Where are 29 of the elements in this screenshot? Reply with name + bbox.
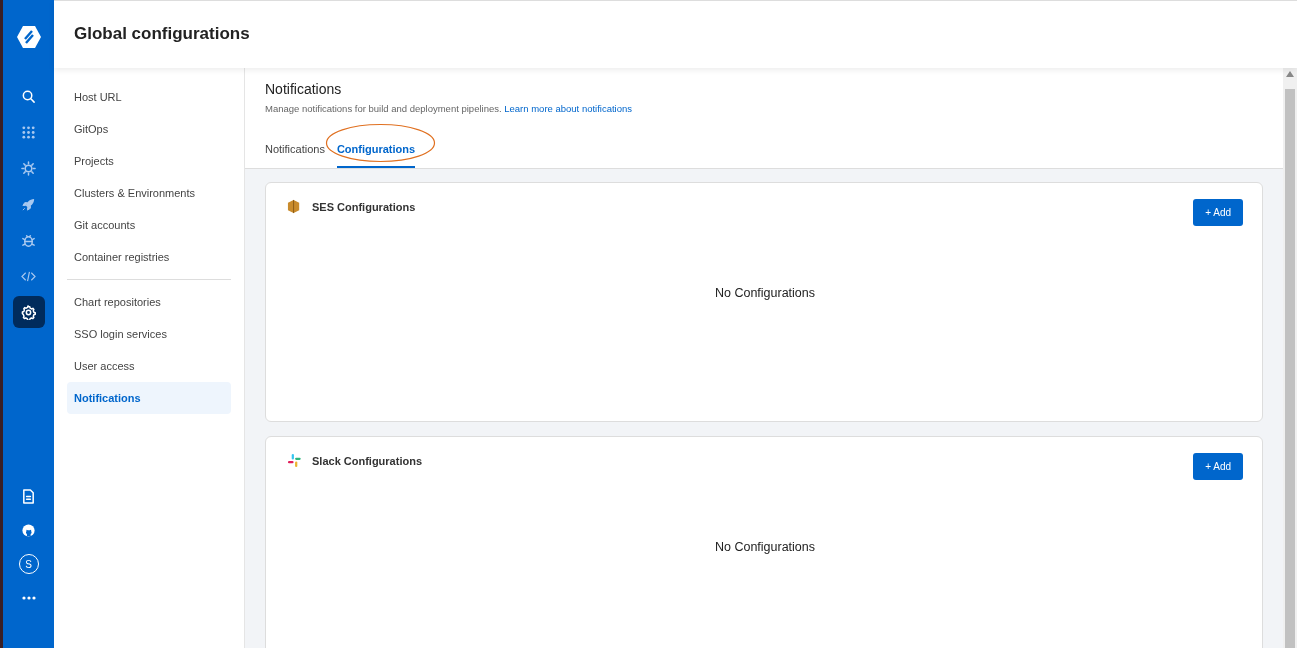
card-title: SES Configurations <box>312 199 416 215</box>
add-button[interactable]: + Add <box>1193 198 1243 226</box>
sidebar-item[interactable]: GitOps <box>67 113 231 145</box>
sidebar-item[interactable]: Git accounts <box>67 209 231 241</box>
tab[interactable]: Notifications <box>265 141 325 168</box>
sidebar-item[interactable]: Host URL <box>67 81 231 113</box>
page-title: Global configurations <box>74 24 250 45</box>
scroll-up-arrow-icon[interactable] <box>1286 71 1294 77</box>
more-icon[interactable] <box>21 596 36 600</box>
section-description: Manage notifications for build and deployment pipelines. Learn more about notifications <box>265 101 634 116</box>
sidebar-item[interactable]: SSO login services <box>67 318 231 350</box>
box-icon <box>287 199 302 215</box>
sidebar-item[interactable]: Container registries <box>67 241 231 273</box>
section-title: Notifications <box>265 81 343 98</box>
sidebar-item[interactable]: Notifications <box>67 382 231 414</box>
logo-icon[interactable] <box>15 24 42 50</box>
tab[interactable]: Configurations <box>336 141 416 168</box>
learn-more-link[interactable]: Learn more about notifications <box>504 102 633 114</box>
empty-message: No Configurations <box>714 538 816 556</box>
empty-message: No Configurations <box>714 284 816 302</box>
settings-icon[interactable] <box>12 296 45 328</box>
scrollbar[interactable] <box>1283 68 1297 648</box>
card-title: Slack Configurations <box>312 453 423 469</box>
sidebar-item[interactable]: Projects <box>67 145 231 177</box>
sidebar-item[interactable]: Clusters & Environments <box>67 177 231 209</box>
sidebar-item[interactable]: User access <box>67 350 231 382</box>
sidebar-item[interactable]: Chart repositories <box>67 286 231 318</box>
add-button[interactable]: + Add <box>1193 452 1243 480</box>
hash-icon <box>287 453 302 469</box>
